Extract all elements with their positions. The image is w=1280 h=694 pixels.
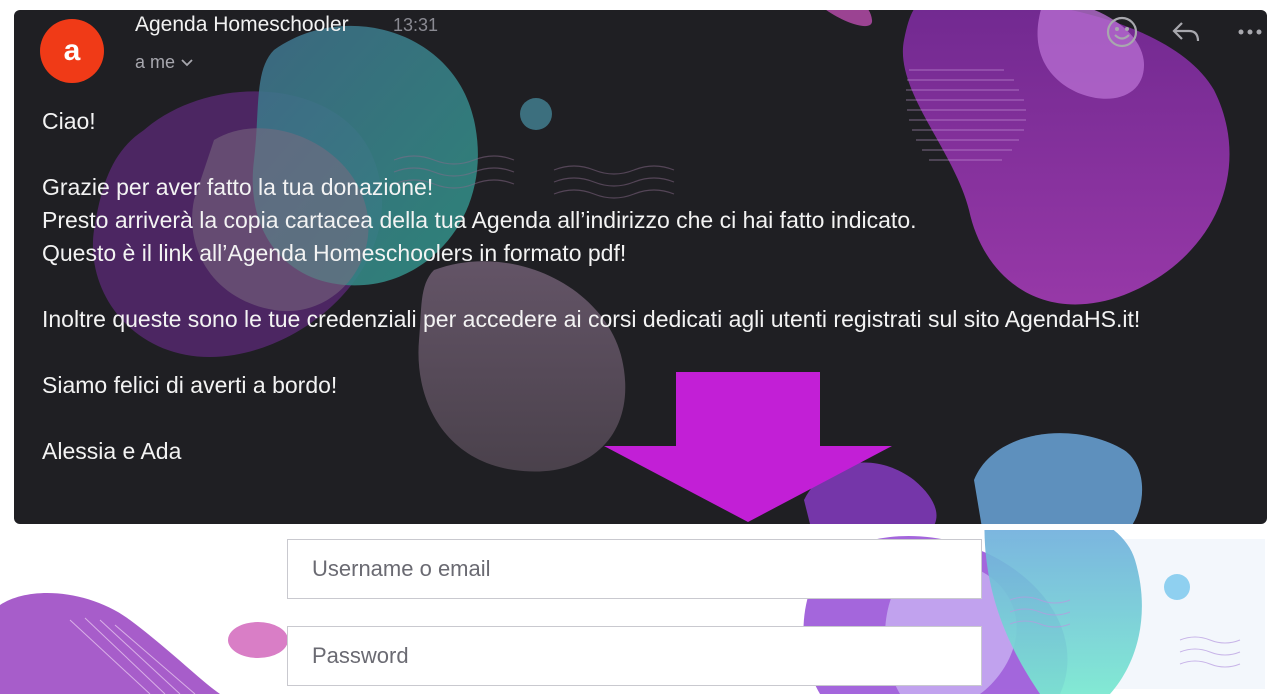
reply-icon[interactable] bbox=[1169, 15, 1203, 49]
password-input[interactable] bbox=[310, 642, 981, 670]
down-arrow-icon bbox=[604, 372, 892, 522]
avatar-letter: a bbox=[63, 34, 81, 67]
password-field[interactable] bbox=[287, 626, 982, 686]
smiley-icon[interactable] bbox=[1105, 15, 1139, 49]
body-line: Grazie per aver fatto la tua donazione! bbox=[42, 174, 434, 200]
timestamp: 13:31 bbox=[393, 15, 439, 35]
login-form bbox=[0, 530, 1280, 694]
username-input[interactable] bbox=[310, 555, 981, 583]
message-actions bbox=[1075, 10, 1267, 54]
body-line: Questo è il link all’Agenda Homeschooler… bbox=[42, 240, 627, 266]
sender-name[interactable]: Agenda Homeschooler bbox=[135, 13, 349, 37]
top-strip bbox=[0, 0, 1280, 10]
username-field[interactable] bbox=[287, 539, 982, 599]
recipient-toggle[interactable]: a me bbox=[135, 52, 193, 73]
more-icon[interactable] bbox=[1233, 15, 1267, 49]
recipient-label: a me bbox=[135, 52, 176, 72]
greeting: Ciao! bbox=[42, 108, 96, 134]
avatar[interactable]: a bbox=[40, 19, 104, 83]
body-line: Presto arriverà la copia cartacea della … bbox=[42, 207, 917, 233]
body-line: Inoltre queste sono le tue credenziali p… bbox=[42, 306, 1141, 332]
chevron-down-icon bbox=[181, 58, 193, 66]
